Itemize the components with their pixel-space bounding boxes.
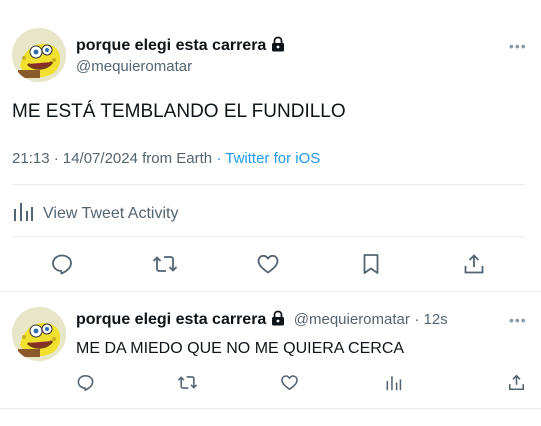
tweet-timestamp[interactable]: 21:13 · 14/07/2024: [12, 150, 138, 167]
more-icon[interactable]: •••: [509, 38, 527, 54]
reply-author-avatar[interactable]: [12, 307, 66, 361]
bar-chart-icon: [386, 375, 401, 390]
tweet-client-link[interactable]: Twitter for iOS: [225, 150, 320, 167]
divider: [0, 291, 541, 292]
author-header: porque elegi esta carrera: [76, 36, 285, 57]
tweet-text: ME ESTÁ TEMBLANDO EL FUNDILLO: [12, 101, 346, 122]
author-handle[interactable]: @mequieromatar: [76, 58, 192, 75]
meta-separator: ·: [216, 150, 222, 167]
lock-icon: [271, 36, 285, 57]
retweet-icon: [152, 256, 178, 272]
reply-author-handle[interactable]: @mequieromatar: [294, 311, 410, 328]
lock-icon: [271, 310, 285, 331]
reply-author-name[interactable]: porque elegi esta carrera: [76, 311, 266, 328]
reply-activity-button[interactable]: [382, 371, 404, 393]
bookmark-icon: [363, 254, 379, 274]
heart-icon: [257, 254, 279, 274]
activity-label: View Tweet Activity: [43, 204, 179, 222]
bar-chart-icon: [12, 200, 43, 227]
retweet-button[interactable]: [151, 250, 179, 278]
divider: [12, 236, 525, 237]
reply-text: ME DA MIEDO QUE NO ME QUIERA CERCA: [76, 340, 405, 357]
author-name[interactable]: porque elegi esta carrera: [76, 37, 266, 54]
reply-retweet-button[interactable]: [176, 371, 198, 393]
retweet-icon: [177, 375, 197, 389]
tweet-meta: 21:13 · 14/07/2024 from Earth · Twitter …: [12, 150, 320, 167]
reply-header: porque elegi esta carrera @mequieromatar…: [76, 310, 448, 331]
reply-icon: [52, 254, 72, 275]
reply-like-button[interactable]: [278, 371, 300, 393]
location-prefix: from: [142, 150, 173, 167]
author-avatar[interactable]: [12, 28, 66, 82]
share-icon: [464, 254, 484, 274]
view-activity-link[interactable]: View Tweet Activity: [12, 200, 178, 227]
more-icon[interactable]: •••: [509, 312, 527, 328]
share-icon: [508, 374, 524, 390]
heart-icon: [280, 374, 298, 390]
like-button[interactable]: [254, 250, 282, 278]
divider: [12, 184, 525, 185]
tweet-location: Earth: [176, 150, 213, 167]
divider: [0, 408, 541, 409]
avatar-image: [12, 28, 66, 82]
reply-icon: [77, 374, 93, 391]
bookmark-button[interactable]: [357, 250, 385, 278]
reply-share-button[interactable]: [505, 371, 527, 393]
reply-reply-button[interactable]: [74, 371, 96, 393]
avatar-image: [12, 307, 66, 361]
reply-button[interactable]: [48, 250, 76, 278]
share-button[interactable]: [460, 250, 488, 278]
reply-age[interactable]: · 12s: [414, 311, 447, 328]
